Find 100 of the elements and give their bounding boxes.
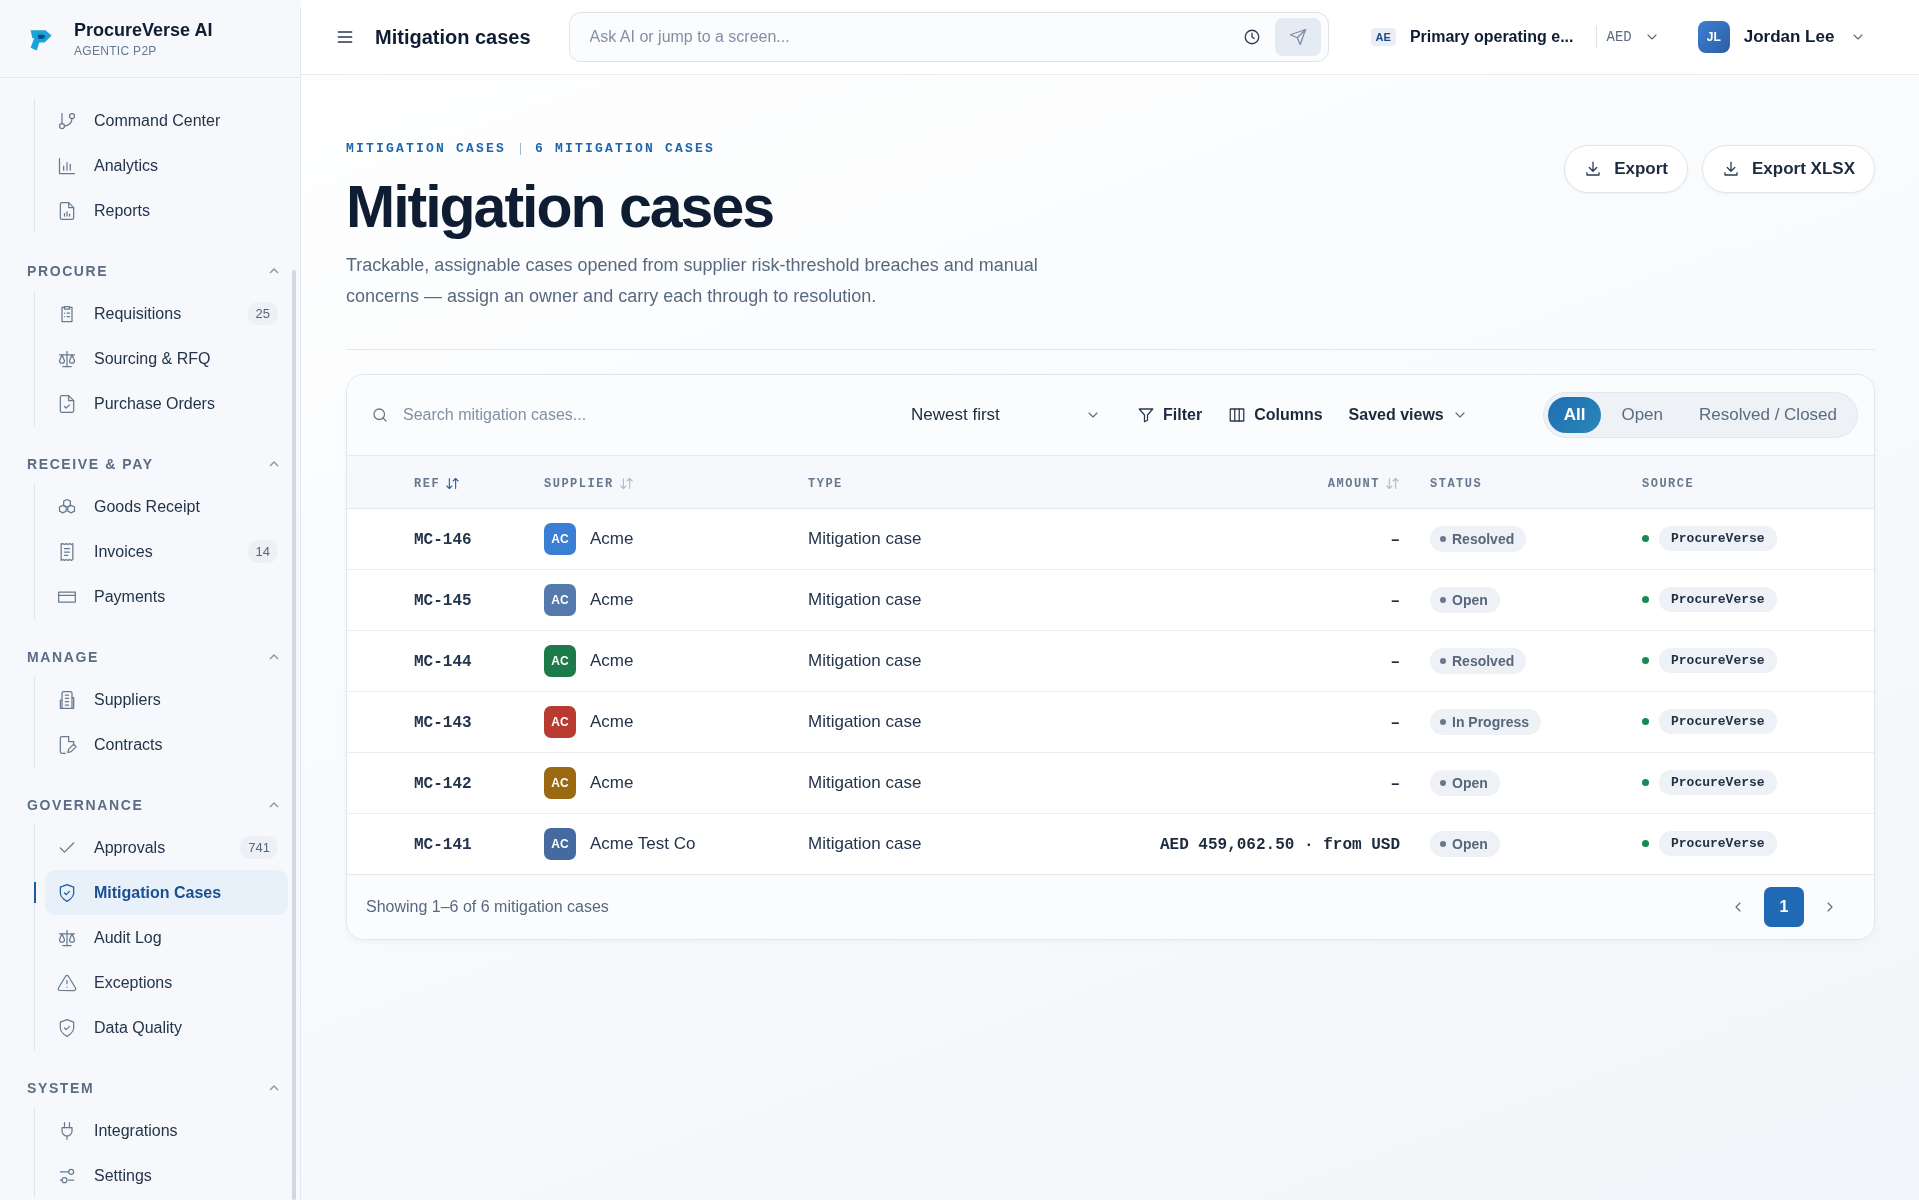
user-name[interactable]: Jordan Lee	[1743, 27, 1835, 47]
table-cell: Mitigation case	[808, 711, 922, 731]
column-header[interactable]: AMOUNT	[1327, 476, 1400, 492]
nav-item[interactable]: Purchase Orders	[45, 381, 288, 426]
column-header[interactable]: STATUS	[1430, 476, 1483, 491]
table-cell: –	[1390, 774, 1400, 793]
status-pill: Open	[1430, 586, 1500, 613]
source-tag: ProcureVerse	[1659, 831, 1777, 857]
search-icon	[371, 405, 389, 424]
nav-item[interactable]: Goods Receipt	[45, 484, 288, 529]
count-badge: 741	[240, 836, 278, 859]
column-header[interactable]: SOURCE	[1642, 476, 1695, 491]
table-cell: –	[1390, 591, 1400, 610]
contract-icon	[57, 734, 77, 755]
document-icon	[57, 393, 77, 414]
supplier-avatar: AC	[544, 522, 576, 555]
warning-icon	[57, 972, 77, 993]
sort-icon[interactable]	[445, 476, 461, 492]
description: Trackable, assignable cases opened from supplier risk-threshold breaches and manual concerns — assign an owner and carry each through to resolution.	[346, 253, 1039, 308]
filter-icon	[1137, 405, 1155, 424]
scale-icon	[57, 927, 77, 948]
export-button[interactable]: Export	[1564, 145, 1689, 193]
currency-selector[interactable]: AED	[1606, 29, 1632, 45]
supplier-avatar: AC	[544, 766, 576, 799]
pagination-summary: Showing 1–6 of 6 mitigation cases	[366, 897, 609, 916]
nav-item[interactable]: Command Center	[45, 98, 288, 143]
shield-icon	[57, 882, 77, 903]
status-dot	[1642, 596, 1649, 604]
status-pill: Open	[1430, 830, 1500, 857]
status-pill: Resolved	[1430, 525, 1527, 552]
history-icon[interactable]	[1242, 28, 1261, 46]
send-icon	[1288, 28, 1307, 46]
table-cell: Acme Test Co	[590, 833, 696, 854]
nav-item[interactable]: Settings	[45, 1153, 288, 1198]
nav-item[interactable]: Reports	[45, 188, 288, 233]
section-title: RECEIVE & PAY	[27, 456, 154, 472]
section-title: MANAGE	[27, 649, 99, 665]
brand-tagline: AGENTIC P2P	[74, 43, 158, 58]
search-field[interactable]: Ask AI or jump to a screen...	[568, 12, 1329, 62]
section-title: SYSTEM	[27, 1080, 95, 1096]
filter-button[interactable]: Filter	[1137, 405, 1203, 424]
source-tag: ProcureVerse	[1659, 587, 1777, 613]
nav-item[interactable]: Analytics	[45, 143, 288, 188]
nav-item[interactable]: Requisitions 25	[45, 291, 288, 336]
table-cell: Mitigation case	[808, 528, 922, 548]
nav-item[interactable]: Contracts	[45, 722, 288, 767]
nav-item[interactable]: Suppliers	[45, 677, 288, 722]
supplier-avatar: AC	[544, 827, 576, 860]
breadcrumb: MITIGATION CASES	[346, 141, 507, 156]
table-cell: Acme	[590, 772, 634, 793]
brand-name: ProcureVerse AI	[74, 19, 213, 41]
section-title: GOVERNANCE	[27, 797, 144, 813]
search-input[interactable]: Ask AI or jump to a screen...	[587, 27, 1229, 47]
status-dot	[1642, 535, 1649, 543]
table-cell: Acme	[590, 589, 634, 610]
nav-item[interactable]: Data Quality	[45, 1005, 288, 1050]
status-dot	[1642, 779, 1649, 787]
columns-button[interactable]: Columns	[1228, 405, 1323, 424]
nav-item[interactable]: Integrations	[45, 1108, 288, 1153]
table-cell: MC-142	[414, 774, 472, 793]
source-tag: ProcureVerse	[1659, 526, 1777, 552]
status-pill: Resolved	[1430, 647, 1527, 674]
building-icon	[57, 689, 77, 710]
user-avatar[interactable]: JL	[1697, 21, 1730, 53]
export-button[interactable]: Export XLSX	[1702, 145, 1875, 193]
table-cell: Mitigation case	[808, 589, 922, 609]
column-header[interactable]: REF	[414, 476, 461, 492]
filter-tab[interactable]: Open	[1605, 396, 1680, 433]
table-cell: Acme	[590, 650, 634, 671]
page-title: Mitigation cases	[375, 25, 531, 49]
filter-tab[interactable]: Resolved / Closed	[1683, 396, 1853, 433]
report-icon	[57, 200, 77, 221]
table-cell: MC-143	[414, 713, 472, 732]
send-button[interactable]	[1274, 18, 1321, 56]
nav-item[interactable]: Invoices 14	[45, 529, 288, 574]
branch-icon	[57, 110, 77, 131]
column-header[interactable]: TYPE	[808, 476, 843, 491]
supplier-avatar: AC	[544, 705, 576, 738]
column-header[interactable]: SUPPLIER	[544, 476, 634, 492]
scrollbar[interactable]	[292, 270, 296, 1200]
sort-dropdown[interactable]: Newest first	[911, 404, 1101, 425]
source-tag: ProcureVerse	[1659, 709, 1777, 735]
nav-item[interactable]: Approvals 741	[45, 825, 288, 870]
count-badge: 25	[247, 302, 278, 325]
table-cell: MC-145	[414, 591, 472, 610]
nav-item[interactable]: Audit Log	[45, 915, 288, 960]
filter-tab[interactable]: All	[1547, 396, 1602, 433]
entity-selector[interactable]: Primary operating e...	[1409, 28, 1574, 46]
bar-chart-icon	[57, 155, 77, 176]
saved-views-button[interactable]: Saved views	[1348, 405, 1468, 424]
page-button[interactable]: 1	[1764, 886, 1804, 927]
nav-item[interactable]: Sourcing & RFQ	[45, 336, 288, 381]
nav-item[interactable]: Exceptions	[45, 960, 288, 1005]
supplier-avatar: AC	[544, 644, 576, 677]
status-pill: Open	[1430, 769, 1500, 796]
nav-item[interactable]: Payments	[45, 574, 288, 619]
download-icon	[1584, 160, 1603, 178]
status-dot	[1642, 657, 1649, 665]
table-cell: AED 459,062.50 · from USD	[1159, 835, 1400, 854]
search-input[interactable]: Search mitigation cases...	[401, 404, 911, 425]
